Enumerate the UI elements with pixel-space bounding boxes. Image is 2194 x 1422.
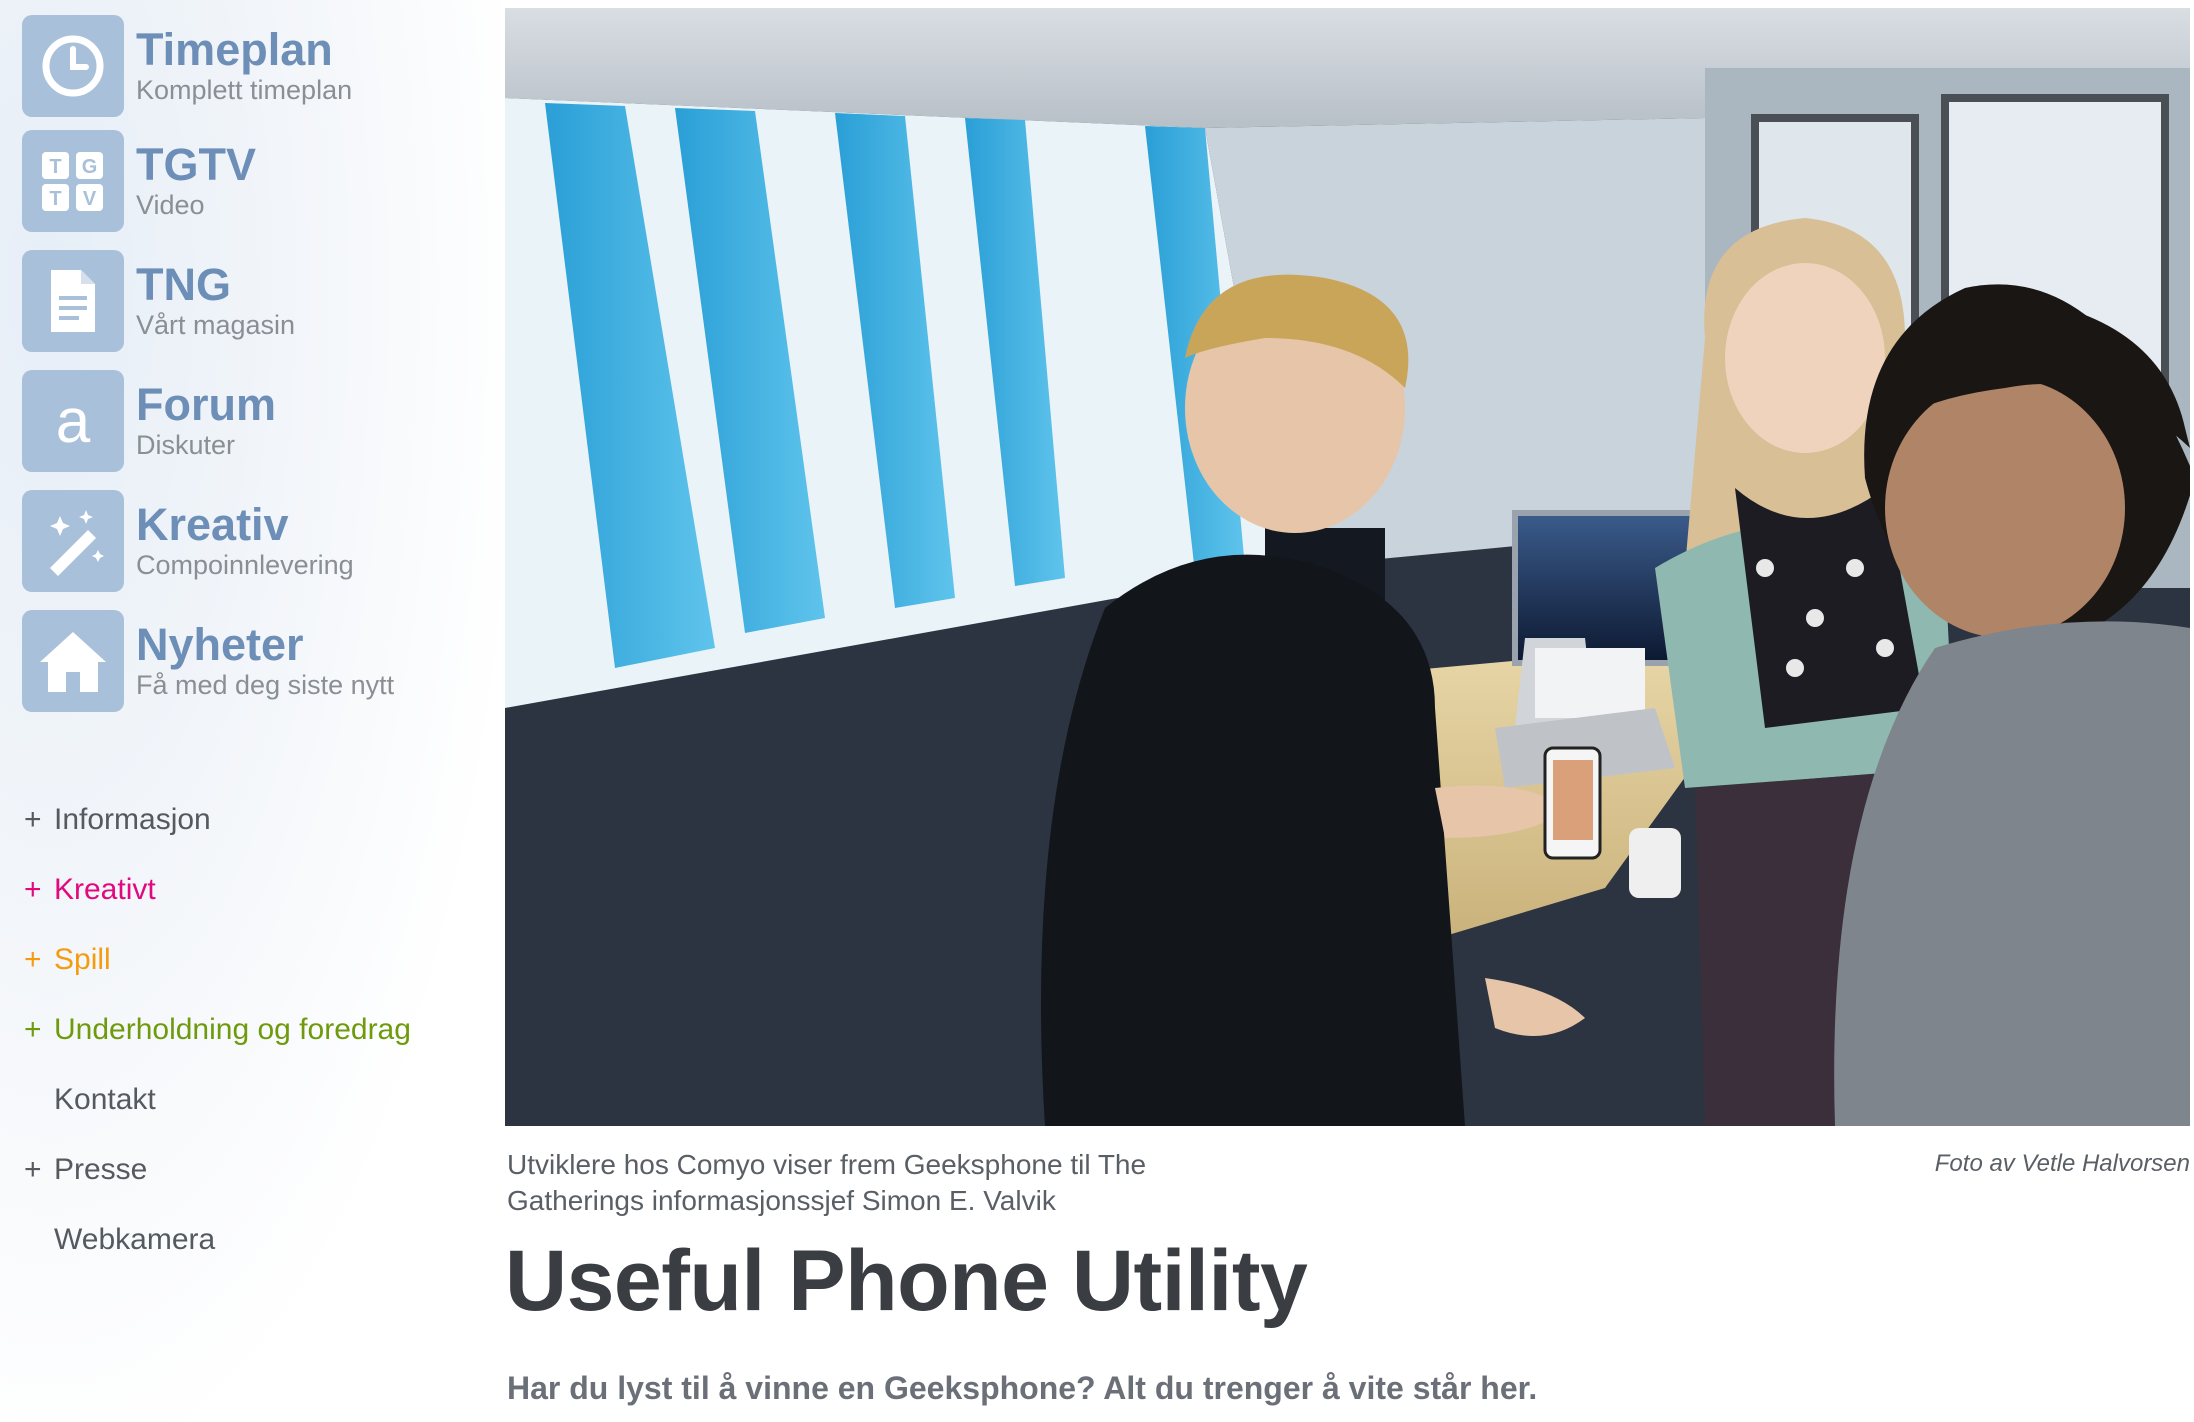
menu-item-kontakt[interactable]: Kontakt — [24, 1065, 411, 1135]
expand-plus-icon[interactable]: + — [24, 803, 54, 837]
quick-link-kreativ[interactable]: Kreativ Compoinnlevering — [22, 487, 492, 595]
quick-link-subtitle: Vårt magasin — [136, 310, 296, 340]
quick-link-subtitle: Diskuter — [136, 430, 236, 460]
home-icon — [22, 610, 124, 712]
menu-item-underholdning[interactable]: + Underholdning og foredrag — [24, 995, 411, 1065]
quick-link-tng[interactable]: TNG Vårt magasin — [22, 247, 492, 355]
quick-link-subtitle: Komplett timeplan — [136, 75, 353, 105]
menu-item-label[interactable]: Informasjon — [54, 803, 211, 837]
forum-a-icon: a — [22, 370, 124, 472]
article-lead: Har du lyst til å vinne en Geeksphone? A… — [507, 1370, 1538, 1406]
menu-item-informasjon[interactable]: + Informasjon — [24, 785, 411, 855]
quick-link-subtitle: Video — [136, 190, 205, 220]
quick-link-nyheter[interactable]: Nyheter Få med deg siste nytt — [22, 607, 492, 715]
sidebar: Timeplan Komplett timeplan TG TV TGTV Vi… — [0, 0, 500, 1422]
main-menu: + Informasjon + Kreativt + Spill + Under… — [24, 785, 411, 1275]
quick-link-forum[interactable]: a Forum Diskuter — [22, 367, 492, 475]
quick-link-title: TNG — [136, 259, 231, 310]
quick-link-tgtv[interactable]: TG TV TGTV Video — [22, 127, 492, 235]
article-photo — [505, 8, 2190, 1126]
quick-link-subtitle: Få med deg siste nytt — [136, 670, 395, 700]
article-title: Useful Phone Utility — [505, 1233, 1308, 1329]
menu-item-presse[interactable]: + Presse — [24, 1135, 411, 1205]
menu-item-label[interactable]: Webkamera — [54, 1223, 215, 1257]
quick-link-timeplan[interactable]: Timeplan Komplett timeplan — [22, 12, 492, 120]
expand-plus-icon[interactable]: + — [24, 873, 54, 907]
expand-plus-icon[interactable]: + — [24, 1013, 54, 1047]
expand-plus-icon[interactable]: + — [24, 943, 54, 977]
photo-caption: Utviklere hos Comyo viser frem Geeksphon… — [507, 1149, 1147, 1216]
expand-plus-icon[interactable]: + — [24, 1153, 54, 1187]
menu-item-spill[interactable]: + Spill — [24, 925, 411, 995]
clock-icon — [22, 15, 124, 117]
quick-link-title: Nyheter — [136, 619, 304, 670]
menu-item-label[interactable]: Presse — [54, 1153, 147, 1187]
svg-text:T: T — [49, 188, 61, 210]
menu-item-label[interactable]: Kontakt — [54, 1083, 156, 1117]
document-icon — [22, 250, 124, 352]
quick-link-title: Kreativ — [136, 499, 289, 550]
tgtv-icon: TG TV — [22, 130, 124, 232]
svg-text:G: G — [82, 156, 98, 178]
svg-text:a: a — [56, 387, 91, 456]
menu-item-kreativt[interactable]: + Kreativt — [24, 855, 411, 925]
svg-text:V: V — [83, 188, 97, 210]
magic-wand-icon — [22, 490, 124, 592]
quick-link-title: Timeplan — [136, 24, 333, 75]
svg-text:T: T — [49, 156, 61, 178]
menu-item-label[interactable]: Spill — [54, 943, 111, 977]
menu-item-label[interactable]: Kreativt — [54, 873, 156, 907]
menu-item-label[interactable]: Underholdning og foredrag — [54, 1013, 411, 1047]
menu-item-webkamera[interactable]: Webkamera — [24, 1205, 411, 1275]
quick-link-title: TGTV — [136, 139, 256, 190]
photo-credit: Foto av Vetle Halvorsen — [1934, 1150, 2190, 1177]
quick-link-title: Forum — [136, 379, 276, 430]
quick-link-subtitle: Compoinnlevering — [136, 550, 354, 580]
